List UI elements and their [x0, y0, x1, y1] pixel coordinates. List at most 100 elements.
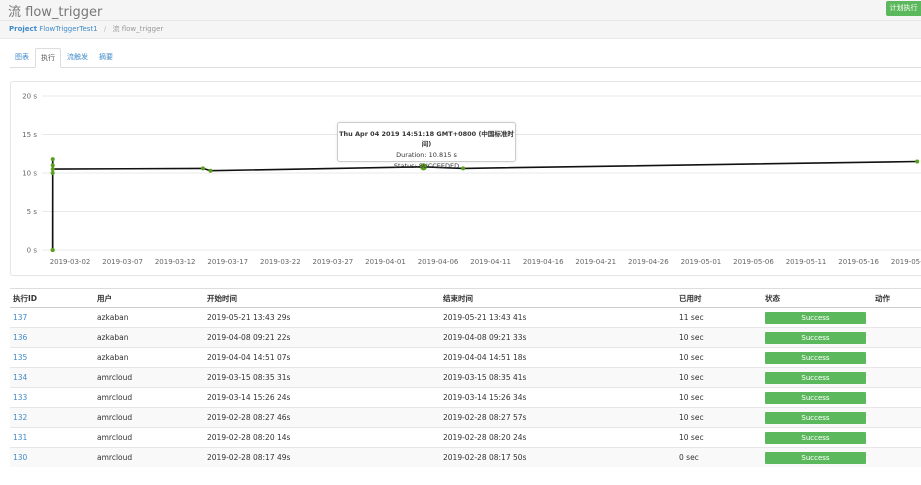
status-cell: Success: [762, 447, 872, 467]
x-tick-label: 2019-05-06: [733, 258, 774, 266]
x-tick-label: 2019-05-11: [786, 258, 827, 266]
start-time-cell: 2019-03-15 08:35 31s: [204, 367, 440, 388]
y-tick-label: 5 s: [27, 208, 38, 216]
x-tick-label: 2019-03-22: [260, 258, 301, 266]
y-tick-label: 10 s: [22, 170, 37, 178]
user-cell: amrcloud: [94, 387, 204, 408]
table-row: 137 azkaban 2019-05-21 13:43 29s 2019-05-21…: [10, 307, 921, 328]
tab-bar: 图表 执行 流触发 摘要: [10, 48, 921, 68]
header-status[interactable]: 状态: [762, 288, 872, 308]
start-time-cell: 2019-05-21 13:43 29s: [204, 307, 440, 328]
breadcrumb-project-label[interactable]: Project: [9, 25, 37, 33]
end-time-cell: 2019-02-28 08:20 24s: [440, 427, 676, 448]
elapsed-cell: 11 sec: [676, 307, 762, 328]
elapsed-cell: 10 sec: [676, 327, 762, 348]
header-elapsed[interactable]: 已用时: [676, 288, 762, 308]
data-point: [50, 248, 55, 252]
data-point: [50, 163, 55, 168]
status-badge[interactable]: Success: [765, 391, 866, 404]
elapsed-cell: 0 sec: [676, 447, 762, 467]
execution-id-link[interactable]: 134: [10, 367, 94, 388]
status-badge[interactable]: Success: [765, 311, 866, 324]
status-cell: Success: [762, 347, 872, 368]
data-point: [50, 167, 55, 172]
breadcrumb-project-link[interactable]: FlowTriggerTest1: [39, 25, 97, 33]
start-time-cell: 2019-04-08 09:21 22s: [204, 327, 440, 348]
x-tick-label: 2019-04-06: [418, 258, 459, 266]
user-cell: azkaban: [94, 307, 204, 328]
schedule-execution-button[interactable]: 计划执行: [886, 1, 921, 16]
end-time-cell: 2019-02-28 08:17 50s: [440, 447, 676, 467]
x-tick-label: 2019-04-26: [628, 258, 669, 266]
status-badge[interactable]: Success: [765, 331, 866, 344]
tab-executions[interactable]: 执行: [35, 48, 61, 68]
status-cell: Success: [762, 407, 872, 428]
end-time-cell: 2019-04-08 09:21 33s: [440, 327, 676, 348]
action-cell: [872, 447, 921, 467]
action-cell: [872, 307, 921, 328]
status-badge[interactable]: Success: [765, 371, 866, 384]
data-point: [50, 157, 55, 162]
user-cell: amrcloud: [94, 367, 204, 388]
status-badge[interactable]: Success: [765, 431, 866, 444]
user-cell: amrcloud: [94, 447, 204, 467]
status-badge[interactable]: Success: [765, 451, 866, 464]
tab-graph[interactable]: 图表: [10, 48, 34, 66]
status-badge[interactable]: Success: [765, 351, 866, 364]
execution-chart-panel: 0 s 5 s 10 s 15 s 20 s 2019-03-02 2019-03-07 20…: [10, 81, 921, 276]
tab-summary[interactable]: 摘要: [94, 48, 118, 66]
action-cell: [872, 387, 921, 408]
x-tick-label: 2019-03-02: [50, 258, 91, 266]
execution-id-link[interactable]: 130: [10, 447, 94, 467]
table-row: 136 azkaban 2019-04-08 09:21 22s 2019-04-08…: [10, 327, 921, 348]
y-tick-label: 20 s: [22, 93, 37, 101]
x-tick-label: 2019-03-27: [313, 258, 354, 266]
tooltip-date: Thu Apr 04 2019 14:51:18 GMT+0800 (中国标准时…: [339, 130, 514, 148]
user-cell: amrcloud: [94, 407, 204, 428]
table-row: 134 amrcloud 2019-03-15 08:35 31s 2019-03-1…: [10, 367, 921, 388]
x-tick-label: 2019-05-21: [891, 258, 921, 266]
elapsed-cell: 10 sec: [676, 347, 762, 368]
header-execution-id[interactable]: 执行ID: [10, 288, 94, 308]
start-time-cell: 2019-04-04 14:51 07s: [204, 347, 440, 368]
x-tick-label: 2019-03-17: [207, 258, 248, 266]
data-point: [50, 171, 55, 175]
header-user[interactable]: 用户: [94, 288, 204, 308]
breadcrumb: Project FlowTriggerTest1 / 流 flow_trigge…: [0, 21, 921, 39]
x-tick-label: 2019-03-07: [102, 258, 143, 266]
elapsed-cell: 10 sec: [676, 367, 762, 388]
end-time-cell: 2019-03-15 08:35 41s: [440, 367, 676, 388]
execution-id-link[interactable]: 132: [10, 407, 94, 428]
chart-tooltip: Thu Apr 04 2019 14:51:18 GMT+0800 (中国标准时…: [337, 122, 516, 170]
status-badge[interactable]: Success: [765, 411, 866, 424]
end-time-cell: 2019-02-28 08:27 57s: [440, 407, 676, 428]
user-cell: azkaban: [94, 327, 204, 348]
start-time-cell: 2019-02-28 08:27 46s: [204, 407, 440, 428]
table-row: 133 amrcloud 2019-03-14 15:26 24s 2019-03-1…: [10, 387, 921, 408]
table-row: 135 azkaban 2019-04-04 14:51 07s 2019-04-04…: [10, 347, 921, 368]
tab-flow-triggers[interactable]: 流触发: [62, 48, 93, 66]
status-cell: Success: [762, 427, 872, 448]
end-time-cell: 2019-03-14 15:26 34s: [440, 387, 676, 408]
y-tick-label: 0 s: [27, 247, 38, 255]
start-time-cell: 2019-03-14 15:26 24s: [204, 387, 440, 408]
execution-id-link[interactable]: 135: [10, 347, 94, 368]
execution-id-link[interactable]: 137: [10, 307, 94, 328]
header-action: 动作: [872, 288, 921, 308]
execution-id-link[interactable]: 131: [10, 427, 94, 448]
breadcrumb-separator: /: [103, 25, 107, 33]
elapsed-cell: 10 sec: [676, 427, 762, 448]
execution-id-link[interactable]: 133: [10, 387, 94, 408]
status-cell: Success: [762, 367, 872, 388]
status-cell: Success: [762, 327, 872, 348]
header-start-time[interactable]: 开始时间: [204, 288, 440, 308]
y-tick-label: 15 s: [22, 131, 37, 139]
execution-duration-chart: 0 s 5 s 10 s 15 s 20 s 2019-03-02 2019-03-07 20…: [22, 93, 921, 266]
execution-id-link[interactable]: 136: [10, 327, 94, 348]
header-end-time[interactable]: 结束时间: [440, 288, 676, 308]
tooltip-status: Status: SUCCEEDED: [393, 162, 460, 170]
table-row: 130 amrcloud 2019-02-28 08:17 49s 2019-02-2…: [10, 447, 921, 467]
page-title: 流 flow_trigger: [8, 5, 103, 20]
x-tick-label: 2019-04-11: [470, 258, 511, 266]
action-cell: [872, 407, 921, 428]
